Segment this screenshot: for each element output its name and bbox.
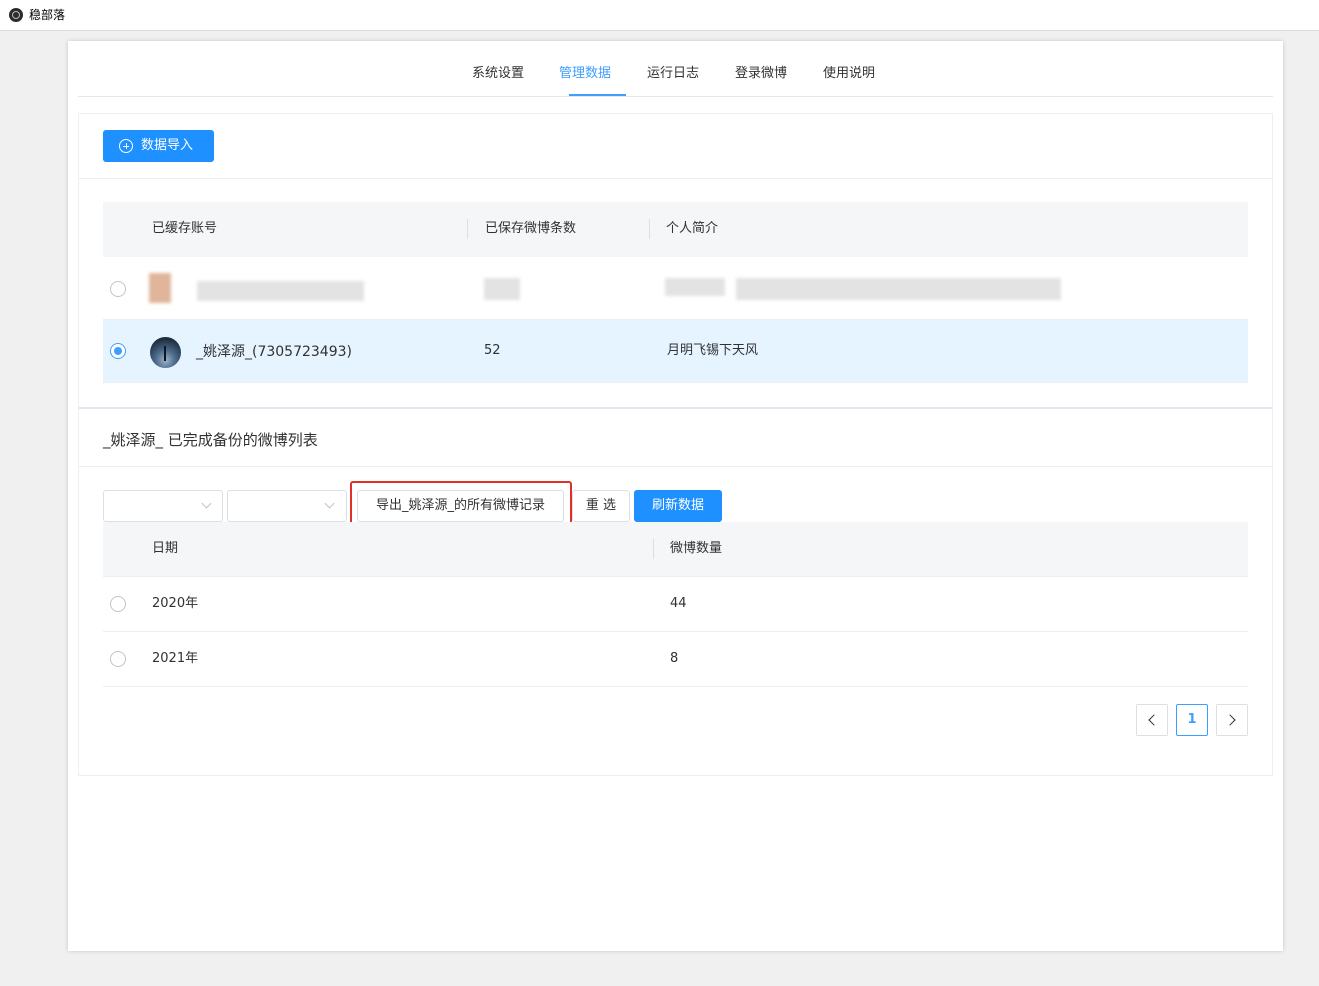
year-select[interactable] — [103, 490, 223, 522]
chevron-down-icon — [201, 498, 212, 509]
active-tab-indicator — [569, 94, 626, 96]
tab-manage-data[interactable]: 管理数据 — [559, 65, 611, 83]
prev-page-button[interactable] — [1136, 704, 1168, 736]
header-date: 日期 — [152, 541, 179, 556]
import-data-button[interactable]: 数据导入 — [103, 130, 214, 162]
row-radio[interactable] — [110, 651, 126, 667]
account-row-selected[interactable]: _姚泽源_(7305723493) 52 月明飞锡下天风 — [103, 320, 1248, 383]
plus-circle-icon — [119, 139, 133, 153]
avatar — [150, 337, 181, 368]
count-cell: 8 — [670, 651, 679, 666]
reset-button[interactable]: 重 选 — [572, 490, 630, 522]
account-row-blurred[interactable] — [103, 257, 1248, 320]
import-data-label: 数据导入 — [141, 138, 194, 153]
account-radio-selected[interactable] — [110, 343, 126, 359]
year-cell: 2020年 — [152, 596, 199, 611]
manage-data-panel: 数据导入 已缓存账号 已保存微博条数 个人简介 _姚泽源_(7305723493… — [78, 113, 1273, 776]
tab-bar: 系统设置 管理数据 运行日志 登录微博 使用说明 — [78, 41, 1273, 97]
header-separator — [653, 539, 654, 559]
month-select[interactable] — [227, 490, 347, 522]
blurred-bio — [665, 278, 725, 296]
post-year-row[interactable]: 2020年 44 — [103, 577, 1248, 632]
posts-table-header: 日期 微博数量 — [103, 522, 1248, 577]
page-number-current[interactable]: 1 — [1176, 704, 1208, 736]
post-year-row[interactable]: 2021年 8 — [103, 632, 1248, 687]
blurred-bio — [736, 278, 1061, 300]
header-separator — [467, 219, 468, 239]
header-post-count: 微博数量 — [670, 541, 723, 556]
blurred-count — [484, 278, 520, 300]
refresh-data-button[interactable]: 刷新数据 — [634, 490, 722, 522]
row-radio[interactable] — [110, 596, 126, 612]
chevron-left-icon — [1148, 714, 1160, 726]
account-name: _姚泽源_(7305723493) — [196, 344, 352, 360]
saved-count: 52 — [484, 343, 501, 358]
window-titlebar: 稳部落 — [0, 0, 1319, 31]
chevron-right-icon — [1224, 714, 1236, 726]
count-cell: 44 — [670, 596, 687, 611]
account-bio: 月明飞锡下天风 — [667, 343, 759, 358]
chevron-down-icon — [324, 498, 335, 509]
main-card: 系统设置 管理数据 运行日志 登录微博 使用说明 数据导入 已缓存账号 已保存微… — [68, 41, 1283, 951]
app-icon — [9, 8, 23, 22]
tab-login-weibo[interactable]: 登录微博 — [735, 65, 787, 83]
window-title: 稳部落 — [29, 8, 66, 22]
backup-list-title: _姚泽源_ 已完成备份的微博列表 — [103, 431, 318, 449]
divider — [79, 178, 1272, 179]
account-radio[interactable] — [110, 281, 126, 297]
tab-usage-guide[interactable]: 使用说明 — [823, 65, 875, 83]
accounts-table-header: 已缓存账号 已保存微博条数 个人简介 — [103, 202, 1248, 257]
next-page-button[interactable] — [1216, 704, 1248, 736]
divider — [79, 466, 1272, 467]
blurred-avatar — [149, 273, 171, 303]
header-saved-count: 已保存微博条数 — [485, 221, 577, 236]
header-separator — [649, 219, 650, 239]
header-bio: 个人简介 — [666, 221, 719, 236]
tab-run-log[interactable]: 运行日志 — [647, 65, 699, 83]
divider — [79, 407, 1272, 409]
export-all-button[interactable]: 导出_姚泽源_的所有微博记录 — [357, 490, 564, 522]
header-cached-account: 已缓存账号 — [152, 221, 218, 236]
year-cell: 2021年 — [152, 651, 199, 666]
blurred-account-name — [197, 281, 364, 301]
tab-system-settings[interactable]: 系统设置 — [472, 65, 524, 83]
